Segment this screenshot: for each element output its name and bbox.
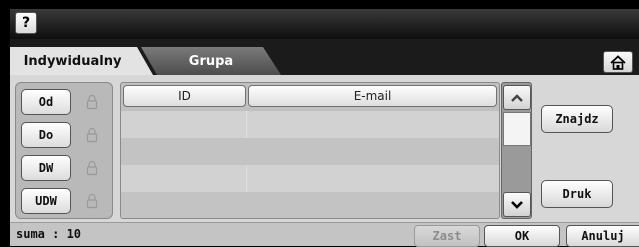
lock-icon [86, 94, 98, 110]
lock-icon [86, 193, 98, 209]
top-bar: ? [10, 9, 639, 39]
recipient-filter-panel: Od Do DW UDW [15, 82, 113, 219]
home-button[interactable] [603, 51, 633, 73]
lock-icon [86, 127, 98, 143]
print-button[interactable]: Druk [541, 180, 613, 208]
total-count: suma : 10 [16, 227, 82, 241]
search-button[interactable]: Znajdz [541, 105, 613, 133]
table-row[interactable] [121, 138, 499, 165]
help-button[interactable]: ? [15, 12, 37, 34]
tab-grupa[interactable]: Grupa [141, 47, 281, 75]
tab-bar: Grupa Indywidualny [10, 39, 639, 75]
content-area: Od Do DW UDW ID E-mail Znajdz Druk [10, 75, 639, 222]
od-button[interactable]: Od [21, 89, 71, 115]
address-table: ID E-mail [120, 82, 500, 219]
bottom-bar: suma : 10 Zast OK Anuluj [10, 222, 639, 247]
table-scrollbar[interactable] [501, 82, 532, 219]
home-icon [610, 54, 626, 70]
udw-button[interactable]: UDW [21, 188, 71, 214]
screen: ? Grupa Indywidualny Od Do DW UDW ID E-m… [0, 0, 639, 247]
table-row[interactable] [121, 192, 499, 218]
chevron-up-icon [511, 93, 523, 102]
address-book-window: ? Grupa Indywidualny Od Do DW UDW ID E-m… [10, 9, 639, 247]
ok-button[interactable]: OK [484, 225, 560, 247]
table-row[interactable] [121, 111, 499, 138]
scroll-up-button[interactable] [503, 85, 531, 110]
lock-icon [86, 160, 98, 176]
apply-button[interactable]: Zast [414, 225, 480, 247]
scroll-thumb[interactable] [503, 112, 531, 146]
do-button[interactable]: Do [21, 122, 71, 148]
scroll-down-button[interactable] [503, 192, 531, 217]
cancel-button[interactable]: Anuluj [566, 225, 639, 247]
column-header-id[interactable]: ID [123, 85, 246, 107]
tab-indywidualny[interactable]: Indywidualny [10, 47, 153, 75]
dw-button[interactable]: DW [21, 155, 71, 181]
chevron-down-icon [511, 200, 523, 209]
table-row[interactable] [121, 165, 499, 192]
column-header-email[interactable]: E-mail [248, 85, 497, 107]
